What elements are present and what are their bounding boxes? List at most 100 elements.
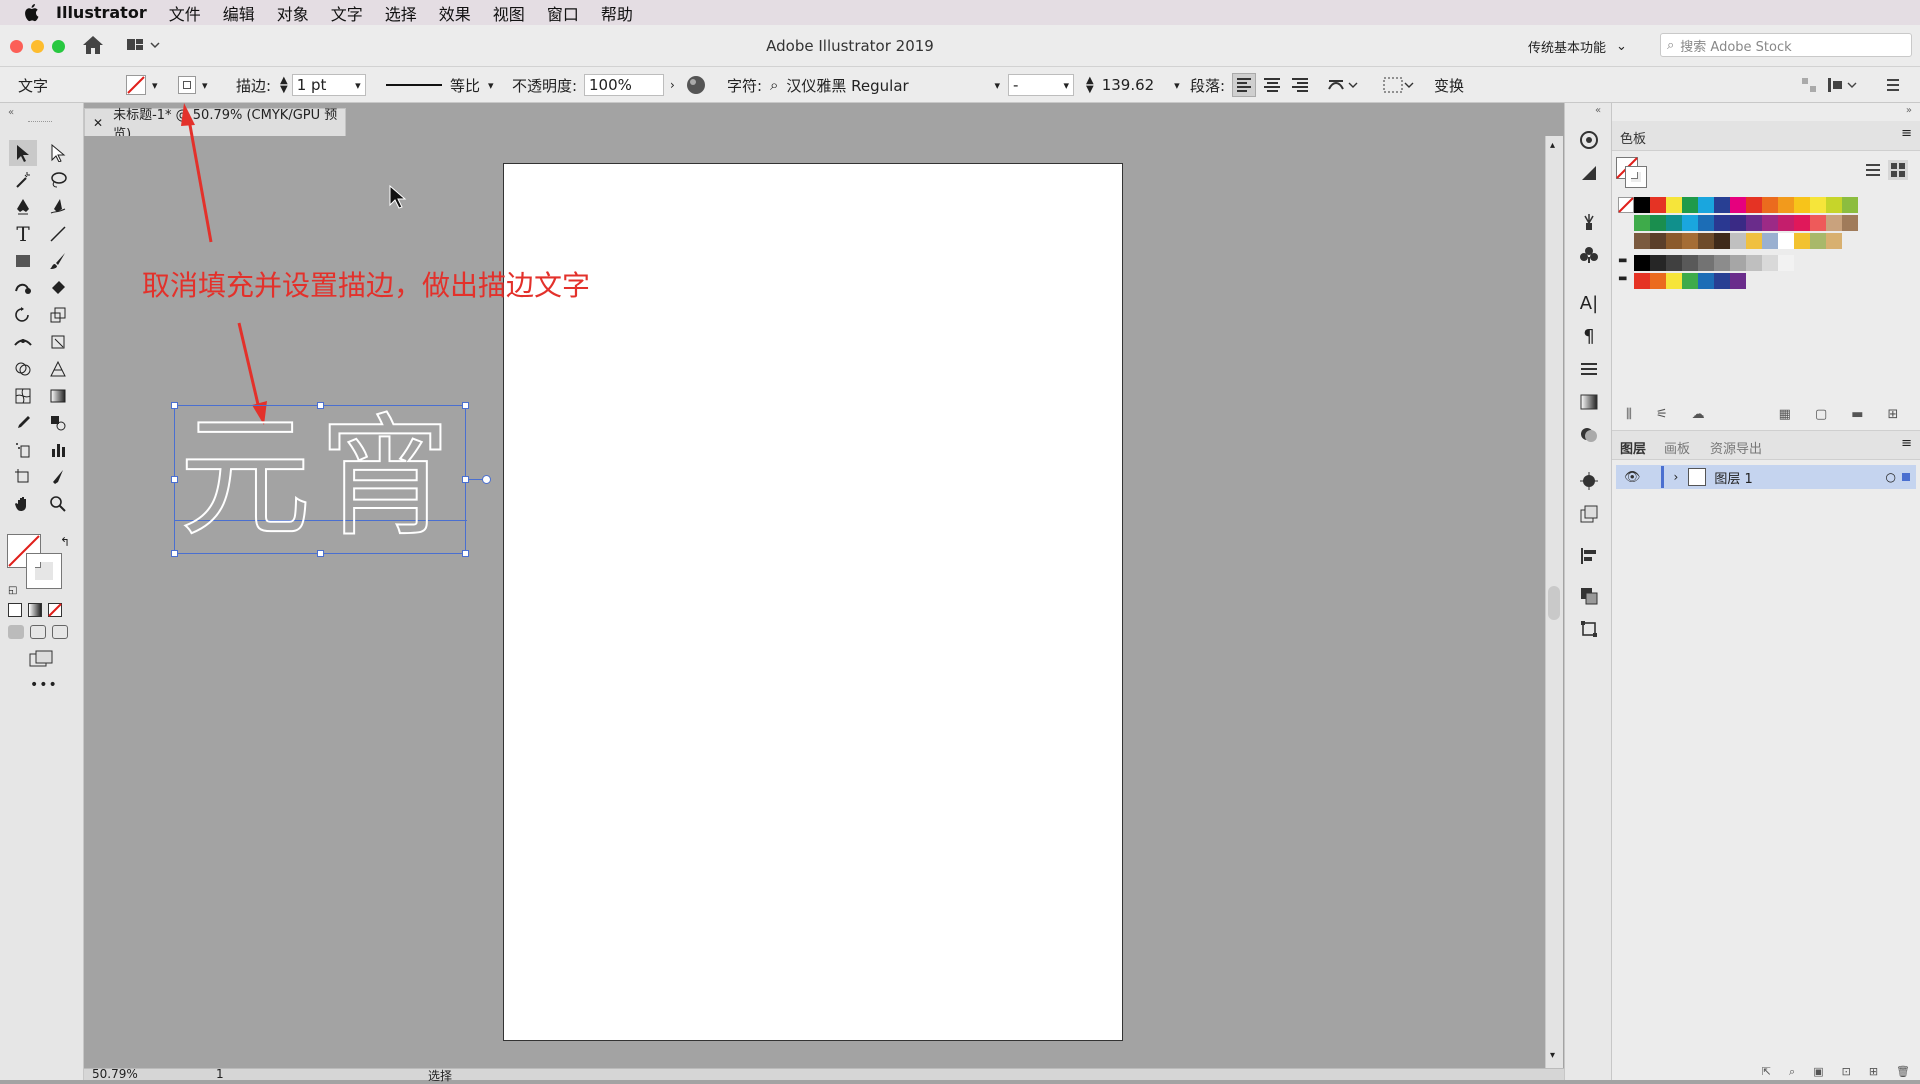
panel-menu-icon[interactable]: ≡ <box>1901 126 1912 141</box>
color-swatch[interactable] <box>1730 255 1746 271</box>
expand-layer-icon[interactable]: › <box>1674 470 1679 484</box>
color-swatch[interactable] <box>1650 197 1666 213</box>
color-swatch[interactable] <box>1666 215 1682 231</box>
color-swatch[interactable] <box>1778 215 1794 231</box>
align-objects-icon[interactable] <box>1382 67 1416 103</box>
font-size-input[interactable]: 139.62 ▾ <box>1098 74 1184 96</box>
font-style-select[interactable]: - ▾ <box>1008 74 1074 96</box>
resize-handle[interactable] <box>317 550 324 557</box>
color-swatch[interactable] <box>1794 215 1810 231</box>
color-icon[interactable] <box>8 603 22 617</box>
transparency-panel-icon[interactable] <box>1575 422 1603 448</box>
color-swatch[interactable] <box>1666 255 1682 271</box>
menu-file[interactable]: 文件 <box>169 1 201 25</box>
zoom-window-button[interactable] <box>52 40 65 53</box>
color-swatch[interactable] <box>1826 215 1842 231</box>
stroke-panel-icon[interactable] <box>1575 356 1603 382</box>
collapse-icon[interactable]: « <box>8 107 14 118</box>
magic-wand-tool-icon[interactable] <box>9 167 37 193</box>
color-swatch[interactable] <box>1730 273 1746 289</box>
adobe-stock-search[interactable]: ⌕ 搜索 Adobe Stock <box>1660 33 1912 57</box>
align-left-button[interactable] <box>1232 73 1256 97</box>
scroll-thumb[interactable] <box>1548 586 1560 620</box>
hand-tool-icon[interactable] <box>9 491 37 517</box>
layer-row[interactable]: 👁 › 图层 1 ○ <box>1616 465 1916 489</box>
shape-builder-tool-icon[interactable] <box>9 356 37 382</box>
color-swatch[interactable] <box>1714 255 1730 271</box>
menu-effect[interactable]: 效果 <box>439 1 471 25</box>
tab-artboards[interactable]: 画板 <box>1664 438 1690 457</box>
collapse-icon[interactable]: « <box>1595 105 1601 116</box>
color-swatch[interactable] <box>1730 197 1746 213</box>
screen-mode-icon[interactable] <box>28 649 54 673</box>
stroke-swatch[interactable] <box>26 553 62 589</box>
resize-handle[interactable] <box>171 476 178 483</box>
arrange-documents-icon[interactable] <box>125 36 161 58</box>
minimize-window-button[interactable] <box>31 40 44 53</box>
tab-asset-export[interactable]: 资源导出 <box>1710 438 1762 457</box>
collapse-icon[interactable]: » <box>1906 105 1912 116</box>
color-swatch[interactable] <box>1762 255 1778 271</box>
color-swatch[interactable] <box>1746 255 1762 271</box>
color-swatch[interactable] <box>1682 197 1698 213</box>
resize-handle[interactable] <box>171 550 178 557</box>
pathfinder-panel-icon[interactable] <box>1575 583 1603 609</box>
color-swatch[interactable] <box>1634 233 1650 249</box>
warp-text-icon[interactable] <box>1326 67 1360 103</box>
color-swatch[interactable] <box>1682 255 1698 271</box>
variable-width-profile[interactable]: 等比 ▾ <box>386 67 494 103</box>
layer-name[interactable]: 图层 1 <box>1714 468 1752 487</box>
color-swatch[interactable] <box>1650 233 1666 249</box>
gradient-tool-icon[interactable] <box>44 383 72 409</box>
menu-app-name[interactable]: Illustrator <box>56 3 147 22</box>
line-segment-tool-icon[interactable] <box>44 221 72 247</box>
symbols-icon[interactable] <box>1575 242 1603 268</box>
color-swatch[interactable] <box>1634 197 1650 213</box>
outlined-text-object[interactable]: 元宵 <box>178 407 463 549</box>
none-swatch[interactable] <box>1618 197 1634 213</box>
gradient-panel-icon[interactable] <box>1575 389 1603 415</box>
color-swatch[interactable] <box>1714 233 1730 249</box>
menu-help[interactable]: 帮助 <box>601 1 633 25</box>
transform-link[interactable]: 变换 <box>1434 67 1464 103</box>
none-icon[interactable] <box>48 603 62 617</box>
draw-normal-icon[interactable] <box>8 625 24 639</box>
color-swatch[interactable] <box>1762 215 1778 231</box>
menu-view[interactable]: 视图 <box>493 1 525 25</box>
menu-type[interactable]: 文字 <box>331 1 363 25</box>
brushes-icon[interactable] <box>1575 209 1603 235</box>
selection-indicator[interactable] <box>1902 473 1910 481</box>
color-swatch[interactable] <box>1714 197 1730 213</box>
stroke-weight-input[interactable]: 1 pt ▾ <box>291 74 366 96</box>
selection-tool-icon[interactable] <box>9 140 37 166</box>
swap-fill-stroke-icon[interactable]: ↰ <box>60 535 70 549</box>
color-swatch[interactable] <box>1842 197 1858 213</box>
isolate-icon[interactable] <box>1800 67 1818 103</box>
target-icon[interactable]: ○ <box>1886 470 1896 484</box>
thumbnail-view-icon[interactable] <box>1888 160 1908 180</box>
paragraph-panel-icon[interactable]: ¶ <box>1575 323 1603 349</box>
transform-panel-icon[interactable] <box>1575 616 1603 642</box>
swatch-libraries-icon[interactable]: ⫼ <box>1626 407 1632 422</box>
rotate-tool-icon[interactable] <box>9 302 37 328</box>
shaper-tool-icon[interactable] <box>9 275 37 301</box>
color-swatch[interactable] <box>1634 273 1650 289</box>
color-swatch[interactable] <box>1650 273 1666 289</box>
resize-handle[interactable] <box>462 550 469 557</box>
visibility-eye-icon[interactable]: 👁 <box>1624 470 1641 485</box>
mesh-tool-icon[interactable] <box>9 383 37 409</box>
color-swatch[interactable] <box>1826 233 1842 249</box>
artboard-number[interactable]: 1 <box>216 1067 224 1081</box>
text-selection-bounding-box[interactable]: 元宵 <box>171 402 491 557</box>
panel-menu-icon[interactable] <box>1884 67 1902 103</box>
cc-libraries-icon[interactable]: ☁ <box>1692 407 1705 422</box>
column-graph-tool-icon[interactable] <box>44 437 72 463</box>
align-center-button[interactable] <box>1260 73 1284 97</box>
font-family-select[interactable]: ⌕ 汉仪雅黑 Regular ▾ <box>770 74 1000 96</box>
free-transform-tool-icon[interactable] <box>44 329 72 355</box>
stepper-icon[interactable]: ▲ ▼ <box>1086 76 1094 95</box>
resize-handle[interactable] <box>317 402 324 409</box>
color-swatch[interactable] <box>1698 233 1714 249</box>
opacity-input[interactable]: 100% <box>584 74 664 96</box>
apple-icon[interactable] <box>20 3 42 23</box>
